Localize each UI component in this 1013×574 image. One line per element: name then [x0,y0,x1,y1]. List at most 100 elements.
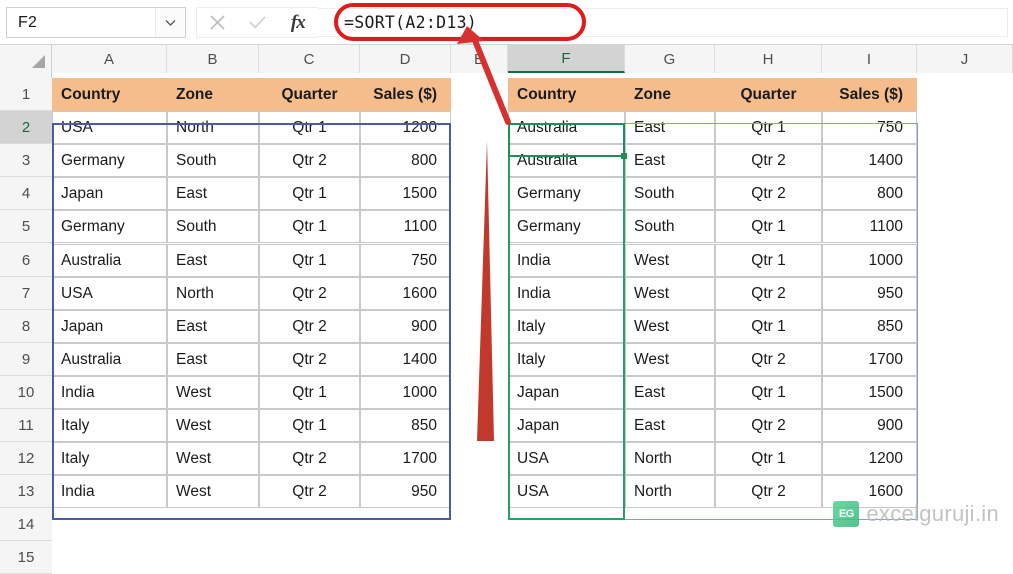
column-header-a[interactable]: A [52,45,167,73]
formula-input[interactable]: =SORT(A2:D13) [318,8,1008,37]
result-data-cell[interactable]: West [625,310,715,343]
source-data-cell[interactable]: 1000 [360,376,451,409]
result-data-cell[interactable]: Qtr 2 [715,144,822,177]
source-data-cell[interactable]: 950 [360,475,451,508]
source-header-cell[interactable]: Country [52,78,167,111]
result-data-cell[interactable]: Qtr 1 [715,244,822,277]
source-data-cell[interactable]: 1400 [360,343,451,376]
row-header-6[interactable]: 6 [0,244,52,277]
result-data-cell[interactable]: Japan [508,409,625,442]
row-header-12[interactable]: 12 [0,442,52,475]
source-data-cell[interactable]: South [167,144,259,177]
row-header-8[interactable]: 8 [0,310,52,343]
source-data-cell[interactable]: Qtr 2 [259,442,360,475]
source-data-cell[interactable]: 1700 [360,442,451,475]
source-data-cell[interactable]: Japan [52,177,167,210]
insert-function-icon[interactable]: fx [283,10,313,36]
source-data-cell[interactable]: North [167,277,259,310]
result-data-cell[interactable]: East [625,111,715,144]
result-data-cell[interactable]: Germany [508,177,625,210]
source-data-cell[interactable]: 1500 [360,177,451,210]
result-data-cell[interactable]: Qtr 2 [715,475,822,508]
row-header-11[interactable]: 11 [0,409,52,442]
result-data-cell[interactable]: Qtr 1 [715,111,822,144]
result-data-cell[interactable]: Qtr 2 [715,177,822,210]
source-data-cell[interactable]: India [52,475,167,508]
source-data-cell[interactable]: 1200 [360,111,451,144]
source-header-cell[interactable]: Quarter [259,78,360,111]
source-data-cell[interactable]: East [167,244,259,277]
source-data-cell[interactable]: Qtr 2 [259,277,360,310]
select-all-corner[interactable] [0,45,52,73]
cancel-icon[interactable] [202,10,232,36]
source-data-cell[interactable]: Qtr 1 [259,210,360,243]
source-data-cell[interactable]: 750 [360,244,451,277]
source-data-cell[interactable]: West [167,475,259,508]
result-data-cell[interactable]: 950 [822,277,917,310]
row-header-13[interactable]: 13 [0,475,52,508]
row-header-15[interactable]: 15 [0,541,52,574]
source-data-cell[interactable]: 900 [360,310,451,343]
source-data-cell[interactable]: East [167,310,259,343]
result-data-cell[interactable]: East [625,409,715,442]
source-data-cell[interactable]: Qtr 2 [259,144,360,177]
source-data-cell[interactable]: Qtr 2 [259,310,360,343]
source-header-cell[interactable]: Sales ($) [360,78,451,111]
source-data-cell[interactable]: 1600 [360,277,451,310]
row-header-3[interactable]: 3 [0,144,52,177]
result-data-cell[interactable]: East [625,376,715,409]
source-data-cell[interactable]: USA [52,111,167,144]
result-data-cell[interactable]: Qtr 2 [715,409,822,442]
result-data-cell[interactable]: East [625,144,715,177]
result-data-cell[interactable]: Qtr 1 [715,210,822,243]
result-data-cell[interactable]: Qtr 1 [715,376,822,409]
source-data-cell[interactable]: Australia [52,244,167,277]
row-header-7[interactable]: 7 [0,277,52,310]
column-header-c[interactable]: C [259,45,360,73]
source-data-cell[interactable]: Australia [52,343,167,376]
source-data-cell[interactable]: USA [52,277,167,310]
result-data-cell[interactable]: Germany [508,210,625,243]
confirm-icon[interactable] [242,10,272,36]
row-header-1[interactable]: 1 [0,78,52,111]
spreadsheet-grid[interactable]: ABCDEFGHIJ 1 2 3 4 5 6 7 8 9 10 11 12 13 14 15 Country… [0,45,1013,574]
column-header-h[interactable]: H [715,45,822,73]
result-data-cell[interactable]: Qtr 1 [715,442,822,475]
column-header-b[interactable]: B [167,45,259,73]
result-data-cell[interactable]: 1000 [822,244,917,277]
row-header-10[interactable]: 10 [0,376,52,409]
result-data-cell[interactable]: 1100 [822,210,917,243]
result-data-cell[interactable]: West [625,244,715,277]
source-data-cell[interactable]: Germany [52,144,167,177]
result-data-cell[interactable]: 900 [822,409,917,442]
source-data-cell[interactable]: Qtr 2 [259,343,360,376]
row-header-2[interactable]: 2 [0,111,52,144]
source-data-cell[interactable]: West [167,442,259,475]
source-header-cell[interactable]: Zone [167,78,259,111]
source-data-cell[interactable]: South [167,210,259,243]
result-header-cell[interactable]: Quarter [715,78,822,111]
source-data-cell[interactable]: 1100 [360,210,451,243]
source-data-cell[interactable]: Qtr 1 [259,111,360,144]
result-data-cell[interactable]: Qtr 2 [715,343,822,376]
result-header-cell[interactable]: Country [508,78,625,111]
result-data-cell[interactable]: South [625,177,715,210]
source-data-cell[interactable]: 800 [360,144,451,177]
result-data-cell[interactable]: West [625,277,715,310]
source-data-cell[interactable]: Japan [52,310,167,343]
result-data-cell[interactable]: 850 [822,310,917,343]
source-data-cell[interactable]: Italy [52,442,167,475]
result-data-cell[interactable]: 1200 [822,442,917,475]
result-data-cell[interactable]: Qtr 2 [715,277,822,310]
source-data-cell[interactable]: Qtr 1 [259,177,360,210]
result-data-cell[interactable]: USA [508,475,625,508]
source-data-cell[interactable]: Qtr 2 [259,475,360,508]
result-data-cell[interactable]: Japan [508,376,625,409]
result-header-cell[interactable]: Sales ($) [822,78,917,111]
result-data-cell[interactable]: Italy [508,343,625,376]
row-header-14[interactable]: 14 [0,508,52,541]
source-data-cell[interactable]: India [52,376,167,409]
result-header-cell[interactable]: Zone [625,78,715,111]
result-data-cell[interactable]: Italy [508,310,625,343]
result-data-cell[interactable]: 1700 [822,343,917,376]
